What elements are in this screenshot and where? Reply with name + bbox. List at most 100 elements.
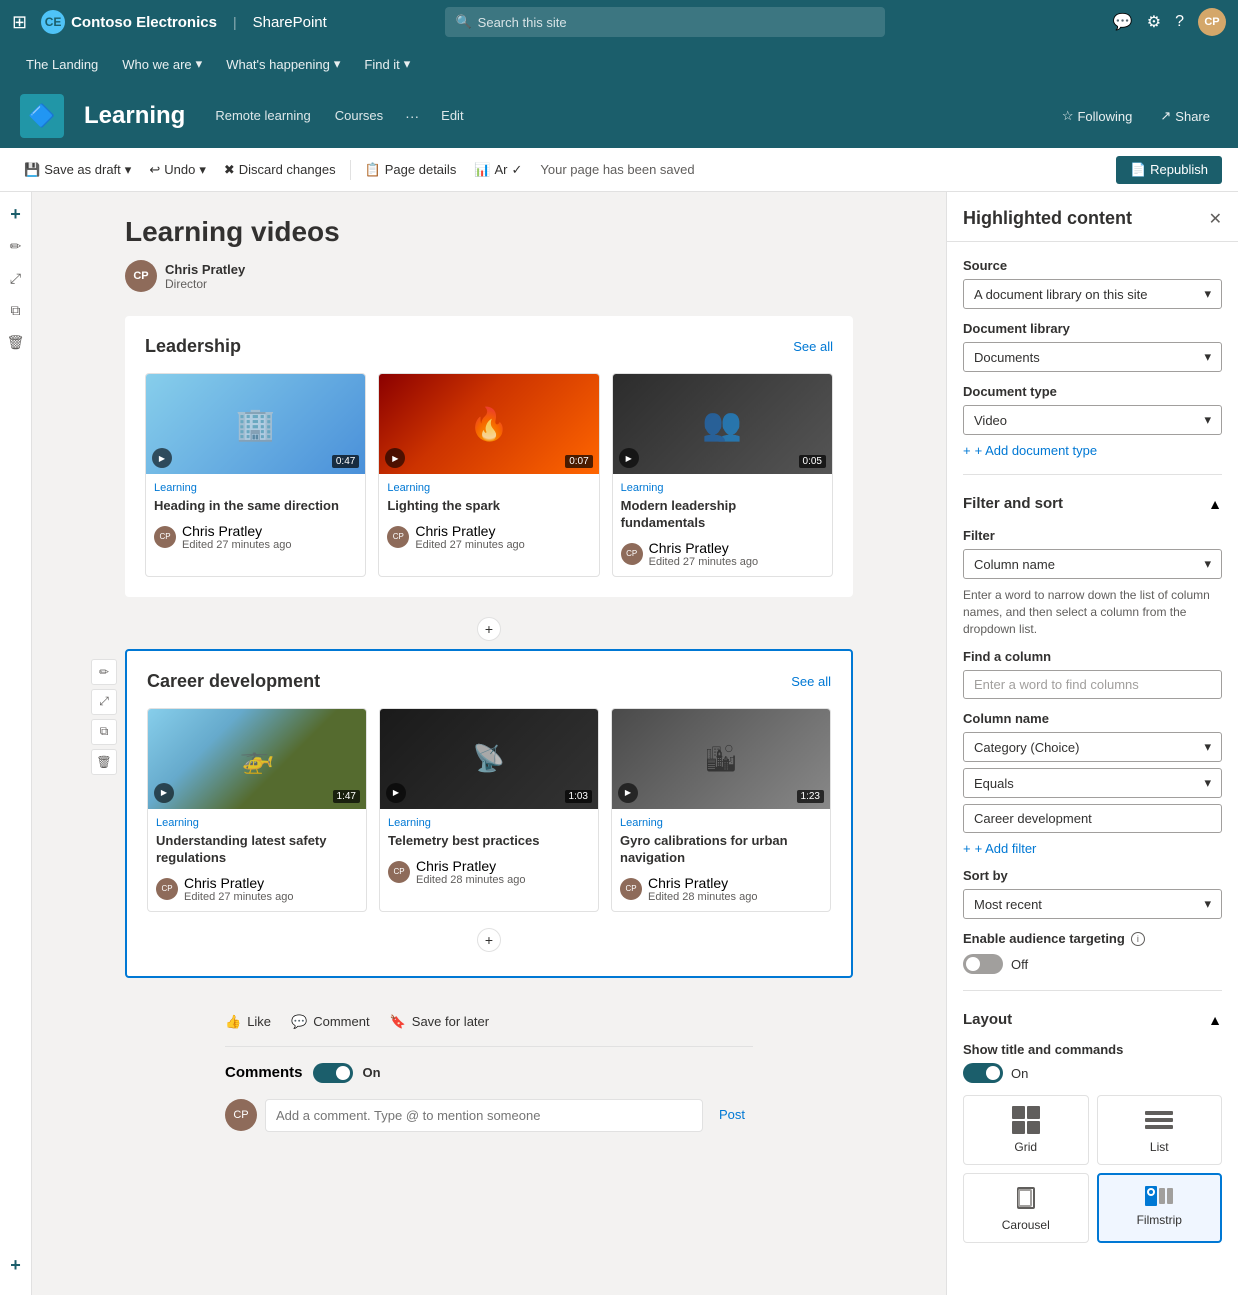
audience-info-icon[interactable]: i xyxy=(1131,932,1145,946)
career-video-meta-0: Chris Pratley Edited 27 minutes ago xyxy=(184,875,293,903)
section-delete-icon[interactable]: 🗑 xyxy=(91,749,117,775)
top-bar: ⊞ CE Contoso Electronics | SharePoint 🔍 … xyxy=(0,0,1238,44)
layout-grid-option[interactable]: Grid xyxy=(963,1095,1089,1165)
audience-toggle[interactable] xyxy=(963,954,1003,974)
discard-button[interactable]: ✖ Discard changes xyxy=(216,158,344,182)
career-title-0: Understanding latest safety regulations xyxy=(156,833,358,867)
help-icon[interactable]: ? xyxy=(1175,13,1184,31)
layout-list-option[interactable]: List xyxy=(1097,1095,1223,1165)
nav-item-who[interactable]: Who we are ▾ xyxy=(112,50,212,78)
copy-icon[interactable]: ⧉ xyxy=(2,296,30,324)
play-button-0[interactable]: ▶ xyxy=(152,448,172,468)
save-later-button[interactable]: 🔖 Save for later xyxy=(390,1014,490,1030)
move-icon[interactable]: ⤢ xyxy=(2,264,30,292)
filmstrip-layout-icon xyxy=(1145,1185,1173,1207)
filter-sort-header[interactable]: Filter and sort ▲ xyxy=(963,491,1222,516)
filter-value-input[interactable] xyxy=(963,804,1222,833)
sort-by-dropdown[interactable]: Most recent ▾ xyxy=(963,889,1222,919)
column-name-dropdown[interactable]: Category (Choice) ▾ xyxy=(963,732,1222,762)
like-button[interactable]: 👍 Like xyxy=(225,1014,271,1030)
delete-icon[interactable]: 🗑 xyxy=(2,328,30,356)
video-thumb-0: 🏢 ▶ 0:47 xyxy=(146,374,365,474)
video-title-2: Modern leadership fundamentals xyxy=(621,498,824,532)
add-section-top[interactable]: + xyxy=(2,200,30,228)
see-all-career[interactable]: See all xyxy=(791,674,831,689)
doc-type-dropdown[interactable]: Video ▾ xyxy=(963,405,1222,435)
career-play-0[interactable]: ▶ xyxy=(154,783,174,803)
comment-input[interactable] xyxy=(265,1099,703,1132)
page-actions: ☆ Following ↗ Share xyxy=(1054,104,1218,128)
layout-carousel-option[interactable]: Carousel xyxy=(963,1173,1089,1243)
user-avatar[interactable]: CP xyxy=(1198,8,1226,36)
add-section-middle[interactable]: + xyxy=(477,617,501,641)
page-nav-courses[interactable]: Courses xyxy=(325,102,393,130)
chevron-down-icon-undo: ▾ xyxy=(199,162,206,178)
career-play-2[interactable]: ▶ xyxy=(618,783,638,803)
video-meta-2: Chris Pratley Edited 27 minutes ago xyxy=(649,540,758,568)
following-button[interactable]: ☆ Following xyxy=(1054,104,1141,128)
career-info-2: Learning Gyro calibrations for urban nav… xyxy=(612,809,830,911)
leadership-section: Leadership See all 🏢 ▶ 0:47 xyxy=(125,316,853,597)
see-all-leadership[interactable]: See all xyxy=(793,339,833,354)
page-details-button[interactable]: 📋 Page details xyxy=(357,158,465,182)
career-author-row-2: CP Chris Pratley Edited 28 minutes ago xyxy=(620,875,822,903)
career-author-row-1: CP Chris Pratley Edited 28 minutes ago xyxy=(388,858,590,886)
section-move-icon[interactable]: ⤢ xyxy=(91,689,117,715)
nav-item-happening[interactable]: What's happening ▾ xyxy=(216,50,350,78)
check-icon: ✓ xyxy=(512,162,523,178)
section-title-leadership: Leadership xyxy=(145,336,241,357)
career-author-row-0: CP Chris Pratley Edited 27 minutes ago xyxy=(156,875,358,903)
search-bar[interactable]: 🔍 Search this site xyxy=(445,7,885,37)
layout-filmstrip-option[interactable]: Filmstrip xyxy=(1097,1173,1223,1243)
chevron-icon-happening: ▾ xyxy=(334,56,341,72)
doc-library-dropdown[interactable]: Documents ▾ xyxy=(963,342,1222,372)
find-column-label: Find a column xyxy=(963,649,1222,664)
section-edit-icon[interactable]: ✏ xyxy=(91,659,117,685)
close-icon[interactable]: ✕ xyxy=(1209,209,1222,229)
page-nav-edit[interactable]: Edit xyxy=(431,102,473,130)
chevron-down-source: ▾ xyxy=(1204,286,1211,302)
career-edited-0: Edited 27 minutes ago xyxy=(184,891,293,903)
column-name-label: Column name xyxy=(963,711,1222,726)
author-name: Chris Pratley xyxy=(165,262,245,277)
comments-title: Comments xyxy=(225,1064,303,1081)
collapse-icon-layout: ▲ xyxy=(1208,1012,1222,1028)
nav-item-landing[interactable]: The Landing xyxy=(16,51,108,78)
add-doc-type-button[interactable]: + + Add document type xyxy=(963,443,1222,458)
filter-dropdown[interactable]: Column name ▾ xyxy=(963,549,1222,579)
add-section-bottom[interactable]: + xyxy=(2,1251,30,1279)
analytics-button[interactable]: 📊 Ar ✓ xyxy=(466,158,530,182)
undo-button[interactable]: ↩ Undo ▾ xyxy=(141,158,214,182)
comment-button[interactable]: 💬 Comment xyxy=(291,1014,370,1030)
add-section-career-bottom[interactable]: + xyxy=(477,928,501,952)
save-later-label: Save for later xyxy=(412,1014,489,1029)
career-info-0: Learning Understanding latest safety reg… xyxy=(148,809,366,911)
operator-dropdown[interactable]: Equals ▾ xyxy=(963,768,1222,798)
apps-icon[interactable]: ⊞ xyxy=(12,12,27,33)
save-draft-button[interactable]: 💾 Save as draft ▾ xyxy=(16,158,139,182)
play-button-2[interactable]: ▶ xyxy=(619,448,639,468)
career-play-1[interactable]: ▶ xyxy=(386,783,406,803)
comments-toggle[interactable] xyxy=(313,1063,353,1083)
show-title-toggle[interactable] xyxy=(963,1063,1003,1083)
top-bar-actions: 💬 ⚙ ? CP xyxy=(1113,8,1226,36)
career-video-meta-2: Chris Pratley Edited 28 minutes ago xyxy=(648,875,757,903)
section-copy-icon[interactable]: ⧉ xyxy=(91,719,117,745)
share-button[interactable]: ↗ Share xyxy=(1152,104,1218,128)
post-button[interactable]: Post xyxy=(711,1099,753,1130)
page-nav-more[interactable]: ··· xyxy=(397,102,427,130)
layout-header[interactable]: Layout ▲ xyxy=(963,1007,1222,1032)
find-column-input[interactable] xyxy=(963,670,1222,699)
nav-item-find[interactable]: Find it ▾ xyxy=(354,50,420,78)
chat-icon[interactable]: 💬 xyxy=(1113,12,1133,32)
settings-icon[interactable]: ⚙ xyxy=(1147,12,1161,32)
page-nav-remote[interactable]: Remote learning xyxy=(205,102,320,130)
audience-label: Enable audience targeting xyxy=(963,931,1125,946)
republish-button[interactable]: 📄 Republish xyxy=(1116,156,1222,184)
chevron-icon-who: ▾ xyxy=(196,56,203,72)
edit-icon[interactable]: ✏ xyxy=(2,232,30,260)
source-dropdown[interactable]: A document library on this site ▾ xyxy=(963,279,1222,309)
video-info-1: Learning Lighting the spark CP Chris Pra… xyxy=(379,474,598,559)
add-filter-button[interactable]: + + Add filter xyxy=(963,841,1222,856)
video-avatar-0: CP xyxy=(154,526,176,548)
